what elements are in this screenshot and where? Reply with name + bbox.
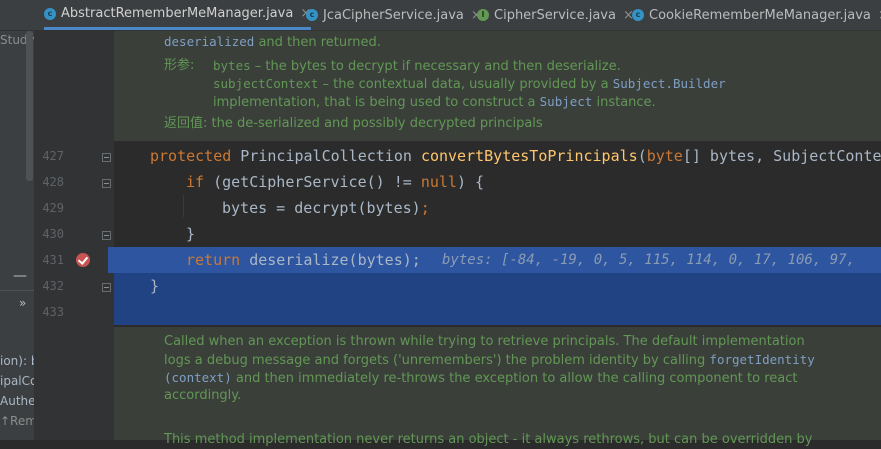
fold-marker-icon[interactable] xyxy=(102,153,111,162)
panel-divider xyxy=(0,290,34,291)
line-number: 427 xyxy=(42,149,64,163)
code-line-429[interactable]: bytes = decrypt(bytes); xyxy=(222,199,430,217)
java-class-icon: c xyxy=(44,7,56,20)
debugger-inline-value[interactable]: bytes: [-84, -19, 0, 5, 115, 114, 0, 17,… xyxy=(442,252,855,268)
doc-line: deserialized and then returned. xyxy=(164,34,381,50)
doc-link[interactable]: (context) xyxy=(164,370,232,385)
tab-label: AbstractRememberMeManager.java xyxy=(61,6,294,21)
indent-guide xyxy=(183,195,184,217)
fold-marker-icon[interactable] xyxy=(102,179,111,188)
javadoc-render-bottom: Called when an exception is thrown while… xyxy=(114,327,881,447)
editor-tab-bar: c AbstractRememberMeManager.java × c Jca… xyxy=(0,0,881,31)
panel-text-line: Auther xyxy=(0,394,35,408)
code-line-427[interactable]: protected PrincipalCollection convertByt… xyxy=(150,147,881,165)
line-number: 428 xyxy=(42,175,64,189)
line-number: 430 xyxy=(42,227,64,241)
fold-marker-icon[interactable] xyxy=(102,231,111,240)
tab-label: JcaCipherService.java xyxy=(323,7,464,23)
tab-label: CipherService.java xyxy=(494,7,616,23)
doc-line: bytes – the bytes to decrypt if necessar… xyxy=(213,58,621,74)
line-number: 433 xyxy=(42,305,64,319)
doc-line: Called when an exception is thrown while… xyxy=(164,334,805,349)
javadoc-render-top: deserialized and then returned. 形参: byte… xyxy=(114,31,881,141)
code-line-430[interactable]: } xyxy=(186,225,195,243)
doc-params-label: 形参: xyxy=(164,58,195,73)
tab-jca-cipher-service[interactable]: c JcaCipherService.java × xyxy=(306,0,482,30)
line-number: 431 xyxy=(42,253,64,267)
code-line-428[interactable]: if (getCipherService() != null) { xyxy=(186,173,484,191)
panel-scrollbar[interactable] xyxy=(26,31,33,181)
doc-line: accordingly. xyxy=(164,388,242,403)
panel-text-line: ion): b xyxy=(0,354,35,368)
doc-line: (context) and then immediately re-throws… xyxy=(164,370,798,386)
doc-link[interactable]: forgetIdentity xyxy=(709,352,814,367)
breakpoint-icon[interactable] xyxy=(76,253,90,267)
code-line-431[interactable]: return deserialize(bytes); xyxy=(186,251,421,269)
doc-link[interactable]: Subject.Builder xyxy=(613,76,726,91)
doc-line: logs a debug message and forgets ('unrem… xyxy=(164,352,815,368)
tab-label: CookieRememberMeManager.java xyxy=(649,7,871,23)
fold-marker-icon[interactable] xyxy=(102,283,111,292)
collapse-icon[interactable]: — xyxy=(13,268,27,284)
code-line-432[interactable]: } xyxy=(150,277,159,295)
line-number: 432 xyxy=(42,279,64,293)
panel-text-line: ↑Rem xyxy=(0,414,35,428)
expand-icon[interactable]: » xyxy=(19,296,26,310)
doc-line: This method implementation never returns… xyxy=(164,432,813,447)
java-class-icon: c xyxy=(632,9,644,21)
java-class-icon: c xyxy=(306,9,318,21)
doc-link[interactable]: Subject xyxy=(540,94,593,109)
java-interface-icon: I xyxy=(477,9,489,21)
tab-cookie-remember-me-manager[interactable]: c CookieRememberMeManager.java × xyxy=(632,0,881,30)
doc-line: 返回值: the de-serialized and possibly decr… xyxy=(164,116,543,131)
line-number: 429 xyxy=(42,201,64,215)
selection-highlight xyxy=(114,273,881,325)
tab-cipher-service[interactable]: I CipherService.java × xyxy=(477,0,634,30)
doc-line: implementation, that is being used to co… xyxy=(213,94,656,110)
doc-line: subjectContext – the contextual data, us… xyxy=(213,76,726,92)
tab-abstract-remember-me-manager[interactable]: c AbstractRememberMeManager.java × xyxy=(44,0,312,30)
panel-text-line: ipalCo xyxy=(0,374,35,388)
